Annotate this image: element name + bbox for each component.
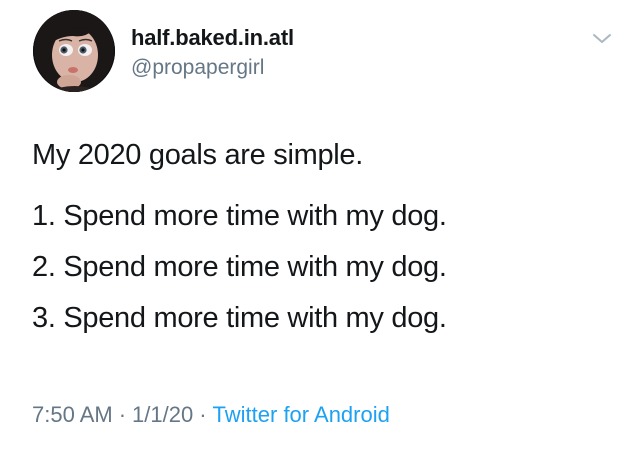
tweet-metadata: 7:50 AM · 1/1/20 · Twitter for Android (32, 402, 390, 428)
tweet-time[interactable]: 7:50 AM (32, 402, 113, 427)
tweet-text-line: 1. Spend more time with my dog. (32, 200, 447, 232)
tweet-source-link[interactable]: Twitter for Android (213, 402, 390, 427)
tweet-date[interactable]: 1/1/20 (132, 402, 193, 427)
chevron-down-icon[interactable] (591, 31, 613, 47)
display-name[interactable]: half.baked.in.atl (131, 25, 294, 51)
tweet-text-line: 3. Spend more time with my dog. (32, 302, 447, 334)
tweet-text-line: My 2020 goals are simple. (32, 139, 363, 171)
tweet-text-line: 2. Spend more time with my dog. (32, 251, 447, 283)
user-handle[interactable]: @propapergirl (131, 56, 264, 80)
avatar[interactable] (33, 10, 115, 92)
separator: · (199, 402, 207, 427)
avatar-image (33, 10, 115, 92)
separator: · (118, 402, 127, 427)
tweet-card: half.baked.in.atl @propapergirl My 2020 … (0, 0, 640, 450)
